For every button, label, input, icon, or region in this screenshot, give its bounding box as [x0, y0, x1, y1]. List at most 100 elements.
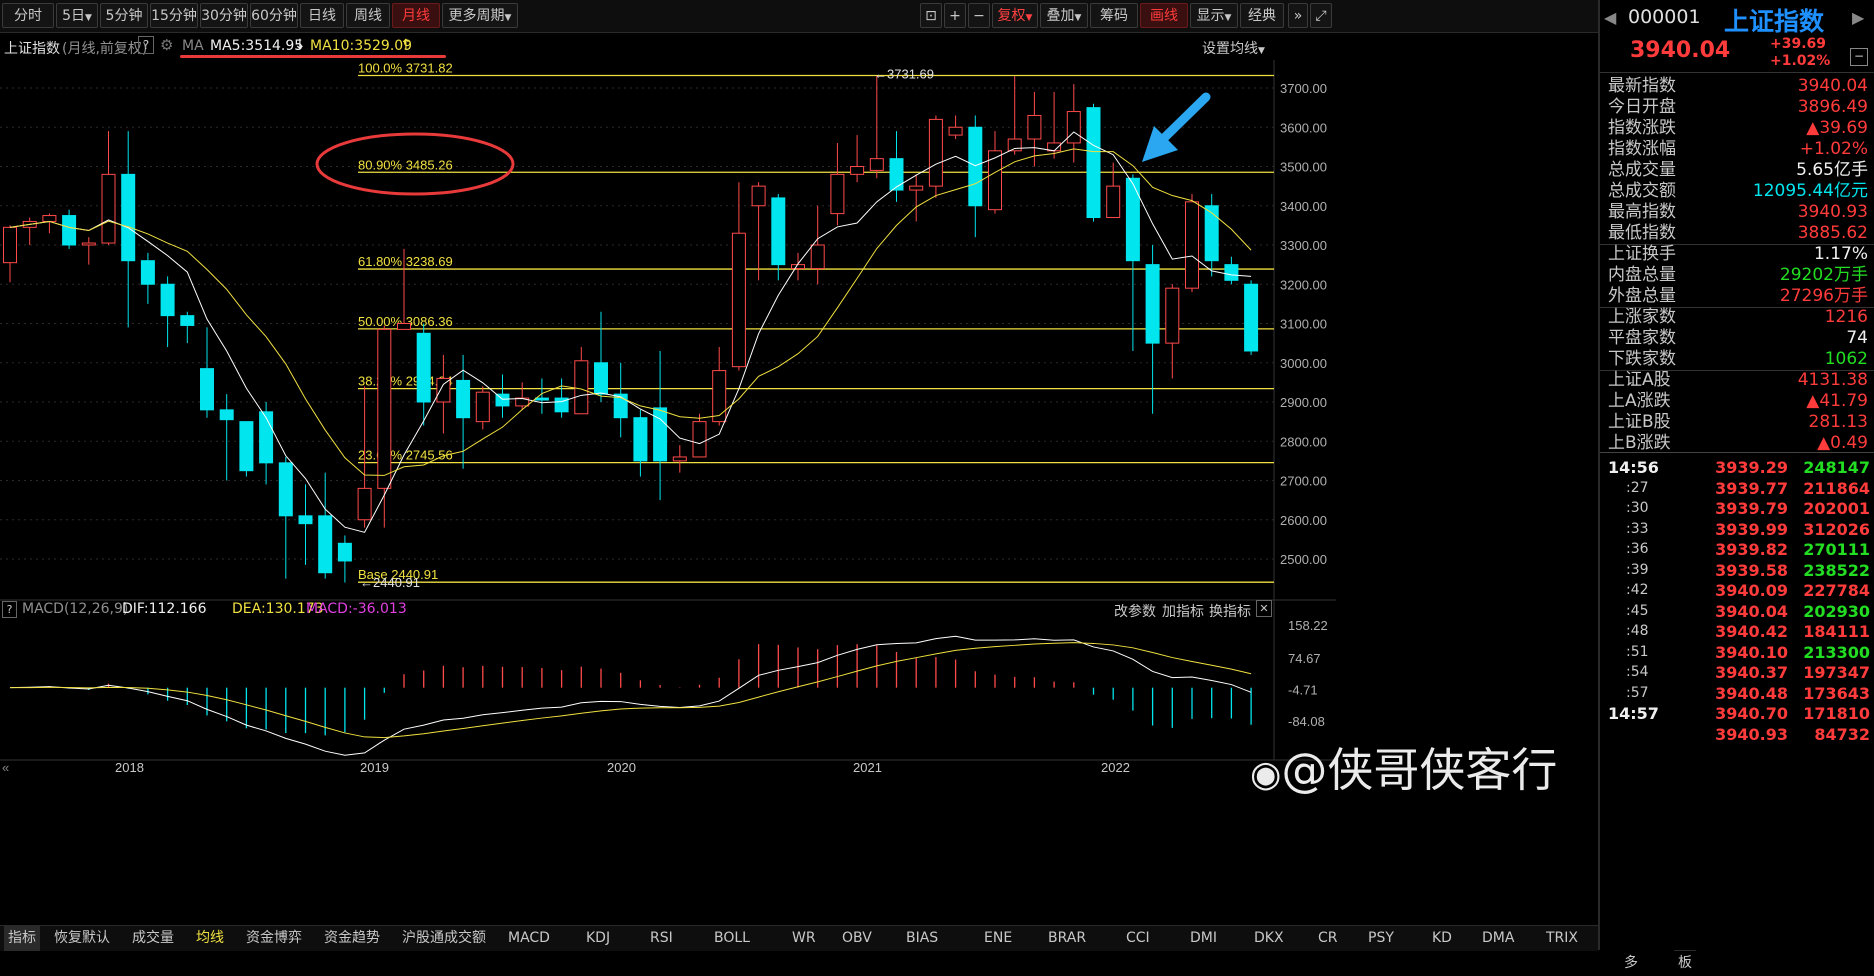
indicator-tab[interactable]: KD [1432, 926, 1452, 951]
display-label: 显示 [1196, 8, 1225, 24]
period-tab-week[interactable]: 周线 [346, 3, 390, 28]
indicator-tab[interactable]: 资金博弈 [246, 926, 302, 951]
indicator-tab[interactable]: TRIX [1546, 926, 1578, 951]
arrow-up-icon: ↑ [400, 37, 412, 53]
indicator-tab[interactable]: ENE [984, 926, 1012, 951]
indicator-tab[interactable]: KDJ [586, 926, 610, 951]
macd-tick-label: -84.08 [1288, 714, 1325, 729]
period-tab-month[interactable]: 月线 [392, 3, 440, 28]
indicator-tab[interactable]: DMA [1482, 926, 1514, 951]
period-tab-more[interactable]: 更多周期▼ [442, 3, 518, 28]
switch-indicator-button[interactable]: 换指标 [1209, 601, 1251, 621]
quote-panel: ◀ 000001 上证指数 ▶ 3940.04 +39.69 +1.02% − … [1598, 0, 1874, 950]
fullscreen-icon[interactable]: ⤢ [1310, 3, 1332, 28]
candle-body [1106, 185, 1121, 219]
set-ma-button[interactable]: 设置均线▼ [1202, 38, 1265, 58]
macd-panel: 158.22 74.67 -4.71 -84.08 [9, 618, 1328, 756]
period-tab-30min[interactable]: 30分钟 [200, 3, 248, 28]
period-tab-60min[interactable]: 60分钟 [250, 3, 298, 28]
overlay-button[interactable]: 叠加▼ [1040, 3, 1088, 28]
indicator-tab[interactable]: 资金趋势 [324, 926, 380, 951]
period-more-label: 更多周期 [448, 8, 505, 24]
classic-button[interactable]: 经典 [1240, 3, 1284, 28]
next-arrow-icon[interactable]: ▶ [1852, 8, 1864, 27]
fast-forward-icon[interactable]: » [1288, 3, 1308, 28]
indicator-tab[interactable]: DKX [1254, 926, 1284, 951]
zoom-out-icon[interactable]: − [968, 3, 990, 28]
candle-body [337, 542, 352, 562]
draw-line-button[interactable]: 画线 [1140, 3, 1188, 28]
indicator-tab[interactable]: 均线 [196, 926, 224, 951]
period-tab-minute[interactable]: 分时 [2, 3, 54, 28]
indicator-tab[interactable]: 成交量 [132, 926, 174, 951]
candle-body [594, 362, 608, 395]
y-tick-label: 3100.00 [1280, 317, 1327, 332]
period-tab-15min[interactable]: 15分钟 [150, 3, 198, 28]
x-tick-label: 2020 [607, 760, 636, 775]
period-tab-day[interactable]: 日线 [300, 3, 344, 28]
restore-rights-label: 复权 [997, 8, 1026, 24]
dropdown-arrow-icon: ▼ [1074, 13, 1082, 23]
macd-header: ? MACD(12,26,9) DIF:112.166 DEA:130.173 … [0, 600, 1274, 620]
candle-body [475, 391, 490, 423]
collapse-icon[interactable]: − [1850, 48, 1868, 66]
indicator-tab[interactable]: OBV [842, 926, 872, 951]
fib-label: 23.60% 2745.56 [358, 448, 453, 463]
settings-gear-icon[interactable]: ⚙ [160, 36, 173, 54]
watermark-text: @侠哥侠客行 [1281, 743, 1558, 797]
display-button[interactable]: 显示▼ [1190, 3, 1238, 28]
stock-code: 000001 [1628, 6, 1701, 28]
scroll-left-icon[interactable]: « [2, 760, 9, 775]
set-ma-label: 设置均线 [1202, 41, 1258, 57]
indicator-tab[interactable]: RSI [650, 926, 673, 951]
indicator-tab[interactable]: BIAS [906, 926, 938, 951]
indicator-tab[interactable]: PSY [1368, 926, 1394, 951]
indicator-tab[interactable]: BOLL [714, 926, 750, 951]
candle-body [909, 185, 924, 191]
indicator-tab[interactable]: WR [792, 926, 816, 951]
divider [1600, 72, 1874, 73]
help-icon[interactable]: ? [138, 36, 154, 54]
indicator-tab[interactable]: 恢复默认 [54, 926, 110, 951]
fib-label: 80.90% 3485.26 [358, 157, 453, 172]
arrow-down-icon: ↓ [294, 37, 306, 53]
indicator-tab[interactable]: 沪股通成交额 [402, 926, 486, 951]
candle-body [771, 197, 786, 266]
candle-body [3, 226, 17, 264]
candle-body [200, 368, 214, 411]
candle-body [1007, 138, 1022, 152]
chips-button[interactable]: 筹码 [1090, 3, 1138, 28]
candle-body [850, 166, 865, 175]
indicator-tab[interactable]: DMI [1190, 926, 1217, 951]
candle-body [219, 409, 234, 421]
restore-rights-button[interactable]: 复权▼ [992, 3, 1038, 28]
close-icon[interactable]: ✕ [1256, 600, 1272, 617]
candle-body [259, 411, 274, 464]
kline-chart[interactable]: 100.0% 3731.82 80.90% 3485.26 61.80% 3238.… [0, 60, 1336, 925]
candle-body [101, 173, 116, 244]
indicator-tab[interactable]: BRAR [1048, 926, 1086, 951]
y-tick-label: 2500.00 [1280, 552, 1327, 567]
macd-help-icon[interactable]: ? [2, 601, 17, 618]
candle-body [633, 417, 648, 462]
candle-body [357, 487, 372, 521]
prev-arrow-icon[interactable]: ◀ [1604, 8, 1616, 27]
macd-tick-label: 158.22 [1288, 618, 1328, 633]
candle-body [810, 244, 825, 270]
indicator-tab[interactable]: CCI [1126, 926, 1150, 951]
change-params-button[interactable]: 改参数 [1114, 601, 1156, 621]
indicator-tab[interactable]: 指标 [4, 926, 40, 951]
candle-body [889, 158, 904, 191]
indicator-tab[interactable]: MACD [508, 926, 550, 951]
period-tab-5day[interactable]: 5日▼ [56, 3, 98, 28]
indicator-tab[interactable]: CR [1318, 926, 1338, 951]
lock-icon[interactable]: ⊡ [920, 3, 942, 28]
period-tab-5min[interactable]: 5分钟 [100, 3, 148, 28]
y-tick-label: 3700.00 [1280, 81, 1327, 96]
zoom-in-icon[interactable]: + [944, 3, 966, 28]
x-tick-label: 2021 [853, 760, 882, 775]
add-indicator-button[interactable]: 加指标 [1162, 601, 1204, 621]
y-tick-label: 3000.00 [1280, 356, 1327, 371]
candle-body [436, 377, 451, 403]
price-change: +39.69 [1770, 36, 1827, 52]
